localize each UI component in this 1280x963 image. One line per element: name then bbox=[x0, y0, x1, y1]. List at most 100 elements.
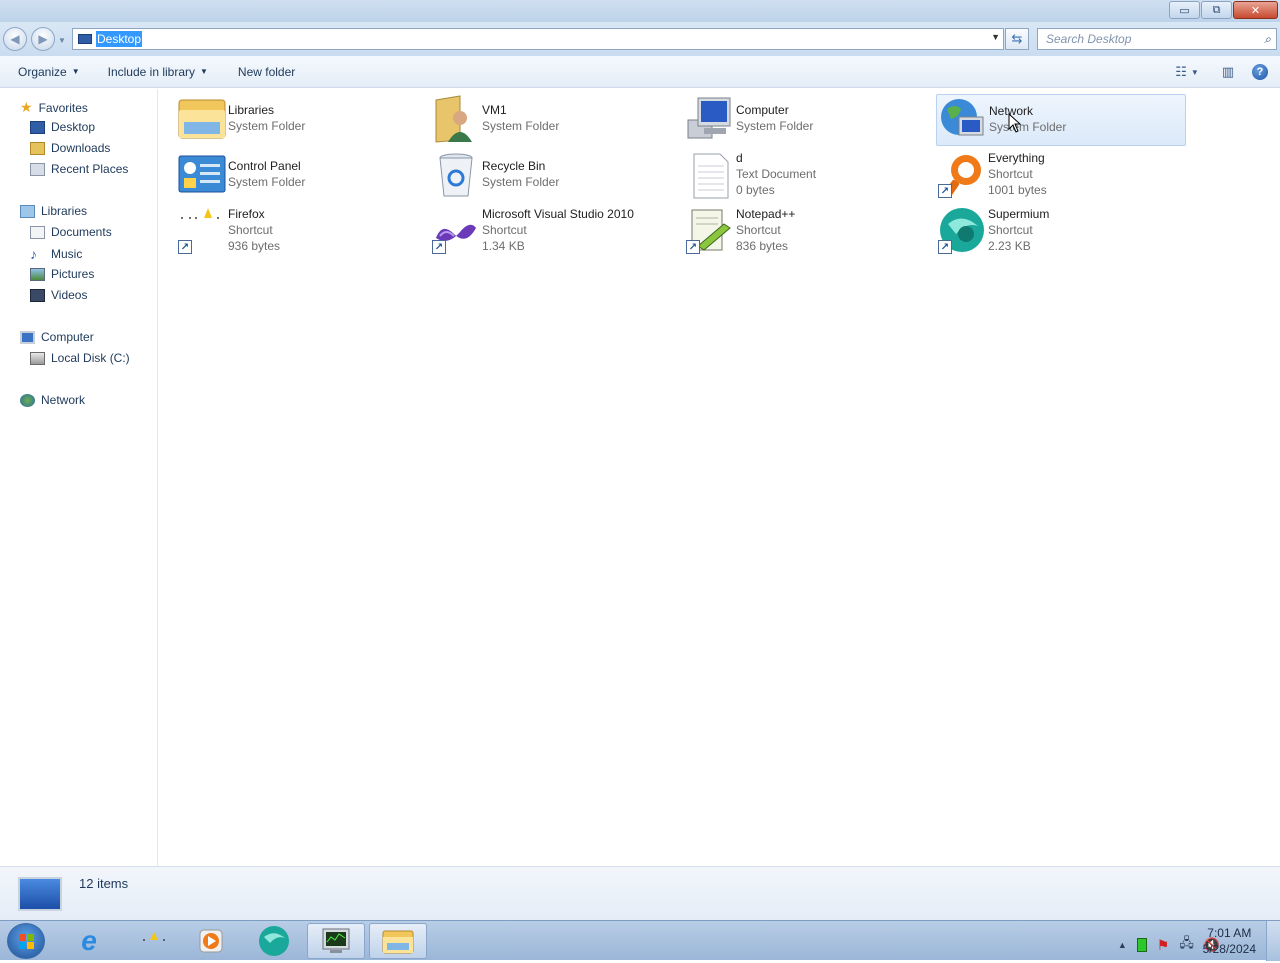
downloads-folder-icon bbox=[30, 141, 45, 155]
clock-time: 7:01 AM bbox=[1207, 926, 1252, 940]
file-item-visual-studio[interactable]: ↗ Microsoft Visual Studio 2010 Shortcut 1.… bbox=[430, 206, 680, 258]
include-in-library-label: Include in library bbox=[107, 64, 195, 79]
include-in-library-button[interactable]: Include in library ▼ bbox=[108, 61, 208, 83]
libraries-icon bbox=[20, 204, 35, 218]
item-name: Microsoft Visual Studio 2010 bbox=[482, 207, 634, 221]
close-button[interactable]: ✕ bbox=[1233, 1, 1278, 19]
network-icon bbox=[937, 95, 989, 145]
file-item-supermium[interactable]: ↗ Supermium Shortcut 2.23 KB bbox=[936, 206, 1186, 258]
file-item-vm1[interactable]: VM1 System Folder bbox=[430, 94, 680, 146]
taskbar-windows-explorer[interactable] bbox=[369, 923, 427, 959]
documents-icon bbox=[30, 225, 45, 239]
address-text[interactable]: Desktop bbox=[96, 31, 143, 47]
file-item-notepad-plus-plus[interactable]: ↗ Notepad++ Shortcut 836 bytes bbox=[684, 206, 934, 258]
minimize-button[interactable]: ▭ bbox=[1169, 1, 1200, 19]
file-item-firefox[interactable]: ↗ Firefox Shortcut 936 bytes bbox=[176, 206, 426, 258]
back-button[interactable]: ◀ bbox=[3, 27, 27, 51]
nav-pictures[interactable]: Pictures bbox=[30, 267, 94, 281]
item-type: Shortcut bbox=[988, 223, 1033, 237]
media-player-icon bbox=[199, 929, 223, 953]
internet-explorer-icon: e bbox=[81, 925, 97, 956]
taskbar: e ▲ ⚑ 🖧 🔇 7:01 AM 5/28/2024 bbox=[0, 920, 1280, 961]
desktop-icon bbox=[18, 877, 62, 911]
taskbar-media-player[interactable] bbox=[182, 923, 240, 959]
taskbar-firefox[interactable] bbox=[122, 923, 180, 959]
nav-desktop[interactable]: Desktop bbox=[30, 120, 95, 134]
item-size: 1001 bytes bbox=[988, 183, 1047, 197]
file-item-everything[interactable]: ↗ Everything Shortcut 1001 bytes bbox=[936, 150, 1186, 202]
nav-favorites-label: Favorites bbox=[38, 100, 88, 115]
new-folder-button[interactable]: New folder bbox=[238, 61, 295, 83]
item-name: Firefox bbox=[228, 207, 265, 221]
change-view-button[interactable]: ☷ ▼ bbox=[1170, 62, 1204, 82]
preview-pane-button[interactable]: ▥ bbox=[1218, 62, 1238, 82]
taskbar-task-manager[interactable] bbox=[307, 923, 365, 959]
nav-computer[interactable]: Computer bbox=[20, 330, 94, 344]
nav-libraries[interactable]: Libraries bbox=[20, 204, 87, 218]
item-type: System Folder bbox=[228, 175, 306, 189]
address-dropdown-icon[interactable]: ▼ bbox=[991, 32, 1000, 42]
search-icon[interactable]: ⌕ bbox=[1264, 32, 1271, 47]
nav-local-disk[interactable]: Local Disk (C:) bbox=[30, 351, 130, 365]
recent-places-icon bbox=[30, 162, 45, 176]
show-hidden-icons-button[interactable]: ▲ bbox=[1118, 940, 1127, 950]
item-type: System Folder bbox=[482, 119, 560, 133]
action-center-flag-icon[interactable]: ⚑ bbox=[1157, 937, 1170, 954]
nav-network[interactable]: Network bbox=[20, 393, 85, 407]
show-desktop-button[interactable] bbox=[1266, 921, 1280, 961]
item-name: Notepad++ bbox=[736, 207, 796, 221]
file-item-libraries[interactable]: Libraries System Folder bbox=[176, 94, 426, 146]
battery-icon[interactable] bbox=[1136, 938, 1147, 952]
chevron-down-icon: ▼ bbox=[200, 67, 208, 76]
file-item-network[interactable]: Network System Folder bbox=[936, 94, 1186, 146]
taskbar-supermium[interactable] bbox=[245, 923, 303, 959]
item-type: Shortcut bbox=[736, 223, 781, 237]
search-input[interactable]: Search Desktop ⌕ bbox=[1037, 28, 1277, 50]
folder-icon bbox=[382, 930, 414, 954]
organize-button[interactable]: Organize ▼ bbox=[18, 61, 80, 83]
item-size: 2.23 KB bbox=[988, 239, 1031, 253]
clock-date: 5/28/2024 bbox=[1202, 942, 1256, 956]
address-bar[interactable]: Desktop ▼ bbox=[72, 28, 1004, 50]
item-type: Shortcut bbox=[482, 223, 527, 237]
desktop-icon bbox=[30, 120, 45, 134]
network-status-icon[interactable]: 🖧 bbox=[1179, 934, 1194, 956]
refresh-button[interactable]: ⇆ bbox=[1005, 28, 1029, 50]
forward-button[interactable]: ▶ bbox=[31, 27, 55, 51]
videos-icon bbox=[30, 288, 45, 302]
nav-music[interactable]: ♪ Music bbox=[30, 246, 82, 262]
nav-videos[interactable]: Videos bbox=[30, 288, 87, 302]
taskbar-internet-explorer[interactable]: e bbox=[60, 923, 118, 959]
file-item-d-txt[interactable]: d Text Document 0 bytes bbox=[684, 150, 934, 202]
item-name: Control Panel bbox=[228, 159, 301, 173]
user-folder-icon bbox=[430, 94, 482, 144]
item-name: Recycle Bin bbox=[482, 159, 546, 173]
file-item-control-panel[interactable]: Control Panel System Folder bbox=[176, 150, 426, 202]
nav-recent-places[interactable]: Recent Places bbox=[30, 162, 128, 176]
clock[interactable]: 7:01 AM 5/28/2024 bbox=[1203, 925, 1256, 957]
start-button[interactable] bbox=[7, 923, 45, 959]
item-type: Text Document bbox=[736, 167, 817, 181]
item-name: Supermium bbox=[988, 207, 1050, 221]
nav-favorites[interactable]: ★ Favorites bbox=[20, 99, 88, 116]
nav-pictures-label: Pictures bbox=[51, 267, 95, 281]
file-list: Libraries System Folder VM1 System Folder … bbox=[159, 89, 1280, 866]
nav-documents[interactable]: Documents bbox=[30, 225, 112, 239]
item-type: System Folder bbox=[989, 120, 1067, 134]
recent-pages-dropdown[interactable]: ▼ bbox=[58, 36, 66, 45]
supermium-icon bbox=[259, 926, 289, 956]
item-type: System Folder bbox=[228, 119, 306, 133]
nav-downloads-label: Downloads bbox=[51, 141, 111, 155]
nav-videos-label: Videos bbox=[51, 288, 88, 302]
text-document-icon bbox=[684, 150, 736, 200]
restore-button[interactable]: ⧉ bbox=[1201, 1, 1232, 19]
item-type: Shortcut bbox=[988, 167, 1033, 181]
nav-libraries-label: Libraries bbox=[41, 204, 88, 218]
file-item-computer[interactable]: Computer System Folder bbox=[684, 94, 934, 146]
nav-downloads[interactable]: Downloads bbox=[30, 141, 110, 155]
new-folder-label: New folder bbox=[237, 64, 296, 79]
help-icon[interactable]: ? bbox=[1252, 64, 1268, 80]
control-panel-icon bbox=[176, 150, 228, 200]
file-item-recycle-bin[interactable]: Recycle Bin System Folder bbox=[430, 150, 680, 202]
computer-icon bbox=[684, 94, 736, 144]
